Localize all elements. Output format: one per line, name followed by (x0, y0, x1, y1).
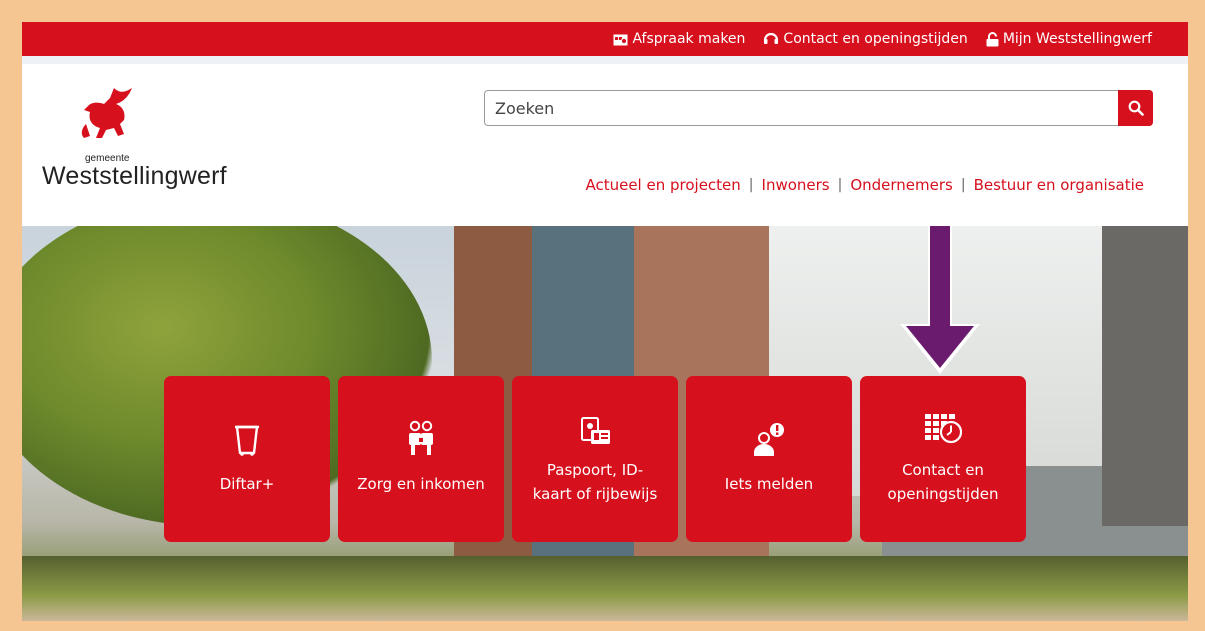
tile-label-line: openingstijden (887, 485, 999, 503)
hero-image: Diftar+ Zorg en inkomen Paspoort, ID- ka… (22, 226, 1188, 621)
schedule-clock-icon (925, 414, 962, 444)
calendar-icon (613, 34, 628, 45)
tile-label-line: kaart of rijbewijs (532, 485, 658, 503)
main-navigation: Actueel en projecten | Inwoners | Ondern… (585, 176, 1144, 194)
nav-item-news[interactable]: Actueel en projecten (585, 176, 740, 194)
tile-passport[interactable]: Paspoort, ID- kaart of rijbewijs (512, 376, 678, 542)
nav-item-entrepreneurs[interactable]: Ondernemers (850, 176, 953, 194)
top-utility-bar: Afspraak maken Contact en openingstijden… (22, 22, 1188, 56)
search-button[interactable] (1118, 90, 1153, 126)
contact-link[interactable]: Contact en openingstijden (763, 31, 968, 47)
logo-name: Weststellingwerf (42, 162, 227, 190)
appointment-label: Afspraak maken (632, 31, 746, 47)
search-icon (1128, 100, 1144, 116)
my-account-link[interactable]: Mijn Weststellingwerf (986, 31, 1152, 47)
search-input[interactable] (485, 91, 1125, 125)
headset-icon (764, 32, 779, 44)
id-card-icon (581, 417, 610, 444)
appointment-link[interactable]: Afspraak maken (613, 31, 745, 47)
tile-care-income[interactable]: Zorg en inkomen (338, 376, 504, 542)
down-arrow-annotation-icon (900, 226, 980, 374)
contact-label: Contact en openingstijden (783, 31, 968, 47)
browser-page: Afspraak maken Contact en openingstijden… (22, 22, 1188, 621)
tile-diftar[interactable]: Diftar+ (164, 376, 330, 542)
report-person-icon (754, 423, 784, 456)
people-icon (409, 420, 433, 455)
waste-bin-icon (235, 425, 259, 456)
nav-separator: | (748, 177, 754, 193)
lock-icon (986, 31, 999, 46)
tile-label-line: Iets melden (724, 475, 814, 493)
nav-item-governance[interactable]: Bestuur en organisatie (974, 176, 1144, 194)
nav-separator: | (837, 177, 843, 193)
my-account-label: Mijn Weststellingwerf (1002, 31, 1152, 47)
nav-separator: | (960, 177, 966, 193)
tile-label-line: Diftar+ (219, 475, 275, 493)
tile-label-line: Paspoort, ID- (546, 461, 644, 479)
tile-label-line: Contact en (902, 461, 984, 479)
nav-item-residents[interactable]: Inwoners (762, 176, 830, 194)
tile-contact-hours[interactable]: Contact en openingstijden (860, 376, 1026, 542)
header-divider (22, 56, 1188, 64)
search-box (484, 90, 1153, 126)
tile-label-line: Zorg en inkomen (357, 475, 485, 493)
griffin-logo-icon (81, 88, 132, 138)
tile-report[interactable]: Iets melden (686, 376, 852, 542)
